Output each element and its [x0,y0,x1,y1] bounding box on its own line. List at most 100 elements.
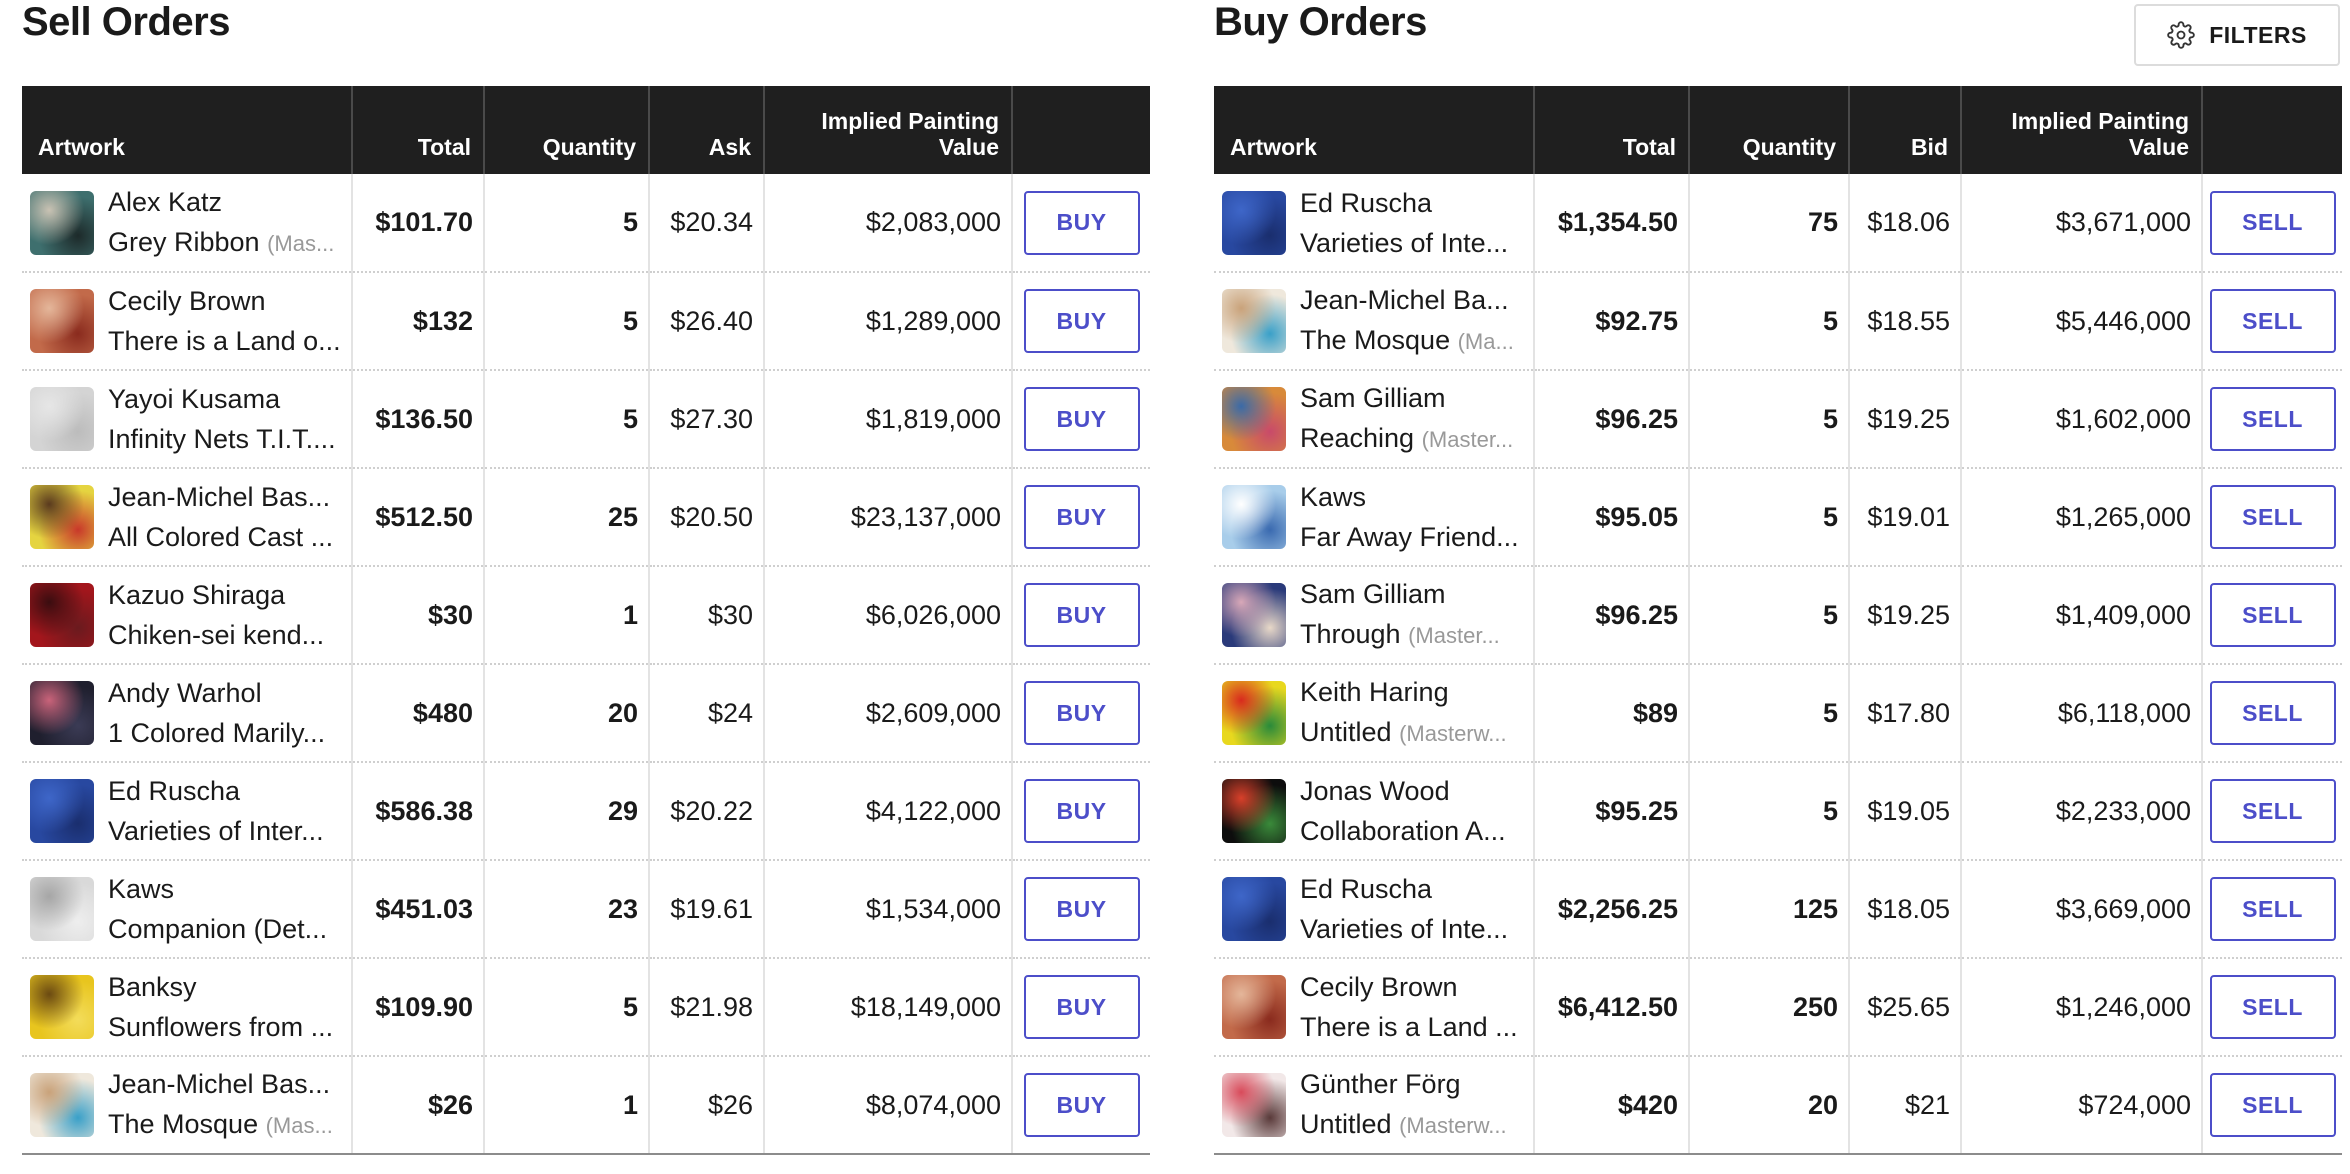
column-header-quantity[interactable]: Quantity [1689,86,1850,174]
artwork-cell[interactable]: Kaws Companion (Det... [22,860,353,959]
artwork-cell[interactable]: Jean-Michel Ba... The Mosque (Ma... [1214,272,1535,371]
sell-button[interactable]: SELL [2209,190,2336,255]
ask-price: $19.61 [649,860,765,959]
artwork-title-line: Collaboration A... [1300,811,1525,851]
artwork-link[interactable]: Cecily Brown There is a Land ... [1222,967,1525,1047]
artwork-link[interactable]: Günther Förg Untitled (Masterw... [1222,1064,1525,1146]
artwork-link[interactable]: Sam Gilliam Through (Master... [1222,574,1525,656]
artwork-link[interactable]: Keith Haring Untitled (Masterw... [1222,672,1525,754]
artwork-link[interactable]: Kaws Far Away Friend... [1222,477,1525,557]
artwork-link[interactable]: Jonas Wood Collaboration A... [1222,771,1525,851]
artwork-cell[interactable]: Jean-Michel Bas... The Mosque (Mas... [22,1056,353,1155]
artwork-cell[interactable]: Kazuo Shiraga Chiken-sei kend... [22,566,353,665]
artwork-title: Varieties of Inter... [108,816,324,846]
buy-button[interactable]: BUY [1023,190,1140,255]
column-header-bid[interactable]: Bid [1849,86,1962,174]
ask-price: $30 [649,566,765,665]
quantity-value: 1 [484,1056,650,1155]
column-header-implied-value[interactable]: Implied Painting Value [764,86,1013,174]
column-header-implied-value[interactable]: Implied Painting Value [1961,86,2203,174]
sell-button[interactable]: SELL [2209,1073,2336,1137]
artwork-cell[interactable]: Alex Katz Grey Ribbon (Mas... [22,174,353,273]
artwork-cell[interactable]: Ed Ruscha Varieties of Inter... [22,762,353,861]
action-cell: SELL [2202,860,2342,959]
sell-button[interactable]: SELL [2209,681,2336,745]
artwork-link[interactable]: Yayoi Kusama Infinity Nets T.I.T.... [30,379,343,459]
quantity-value: 5 [1689,272,1850,371]
artwork-cell[interactable]: Ed Ruscha Varieties of Inte... [1214,174,1535,273]
artwork-cell[interactable]: Sam Gilliam Through (Master... [1214,566,1535,665]
artwork-link[interactable]: Banksy Sunflowers from ... [30,967,343,1047]
column-header-artwork[interactable]: Artwork [1214,86,1535,174]
artwork-cell[interactable]: Andy Warhol 1 Colored Marily... [22,664,353,763]
artwork-cell[interactable]: Cecily Brown There is a Land o... [22,272,353,371]
artwork-cell[interactable]: Yayoi Kusama Infinity Nets T.I.T.... [22,370,353,469]
artwork-cell[interactable]: Keith Haring Untitled (Masterw... [1214,664,1535,763]
artwork-link[interactable]: Ed Ruscha Varieties of Inte... [1222,183,1525,263]
column-header-artwork[interactable]: Artwork [22,86,353,174]
buy-button[interactable]: BUY [1023,289,1140,353]
artwork-thumbnail [1222,387,1286,451]
column-header-total[interactable]: Total [352,86,485,174]
table-row: Andy Warhol 1 Colored Marily... $480 20 $24 $… [22,664,1150,763]
quantity-value: 125 [1689,860,1850,959]
artwork-link[interactable]: Alex Katz Grey Ribbon (Mas... [30,182,343,264]
artwork-thumbnail [30,1073,94,1137]
filters-button[interactable]: FILTERS [2134,4,2340,66]
artwork-link[interactable]: Jean-Michel Ba... The Mosque (Ma... [1222,280,1525,362]
total-value: $95.25 [1534,762,1690,861]
artist-name: Jean-Michel Bas... [108,482,331,512]
buy-button[interactable]: BUY [1023,877,1140,941]
sell-button[interactable]: SELL [2209,583,2336,647]
artwork-title: Companion (Det... [108,914,328,944]
artwork-title: The Mosque [1300,325,1451,355]
artwork-link[interactable]: Ed Ruscha Varieties of Inte... [1222,869,1525,949]
artwork-link[interactable]: Jean-Michel Bas... All Colored Cast ... [30,477,343,557]
buy-button[interactable]: BUY [1023,681,1140,745]
column-header-total[interactable]: Total [1534,86,1690,174]
buy-button[interactable]: BUY [1023,975,1140,1039]
artwork-thumbnail [1222,190,1286,255]
artwork-cell[interactable]: Kaws Far Away Friend... [1214,468,1535,567]
artwork-text: Cecily Brown There is a Land ... [1300,967,1525,1047]
total-value: $512.50 [352,468,485,567]
artwork-link[interactable]: Kaws Companion (Det... [30,869,343,949]
buy-button[interactable]: BUY [1023,485,1140,549]
artwork-edition: (Ma... [1457,329,1514,354]
artwork-title: Through [1300,619,1401,649]
artwork-cell[interactable]: Ed Ruscha Varieties of Inte... [1214,860,1535,959]
sell-button[interactable]: SELL [2209,877,2336,941]
artwork-link[interactable]: Cecily Brown There is a Land o... [30,281,343,361]
buy-button[interactable]: BUY [1023,1073,1140,1137]
artwork-link[interactable]: Ed Ruscha Varieties of Inter... [30,771,343,851]
artwork-cell[interactable]: Banksy Sunflowers from ... [22,958,353,1057]
table-row: Cecily Brown There is a Land ... $6,412.50… [1214,958,2342,1057]
bid-price: $21 [1849,1056,1962,1155]
sell-button[interactable]: SELL [2209,779,2336,843]
buy-orders-table: Artwork Total Quantity Bid Implied Paint… [1214,86,2342,1155]
artwork-cell[interactable]: Günther Förg Untitled (Masterw... [1214,1056,1535,1155]
artwork-link[interactable]: Jean-Michel Bas... The Mosque (Mas... [30,1064,343,1146]
artwork-cell[interactable]: Jonas Wood Collaboration A... [1214,762,1535,861]
artwork-link[interactable]: Kazuo Shiraga Chiken-sei kend... [30,575,343,655]
artist-name: Jean-Michel Bas... [108,1069,331,1099]
sell-button[interactable]: SELL [2209,485,2336,549]
artwork-link[interactable]: Andy Warhol 1 Colored Marily... [30,673,343,753]
artwork-cell[interactable]: Cecily Brown There is a Land ... [1214,958,1535,1057]
buy-button[interactable]: BUY [1023,583,1140,647]
sell-button[interactable]: SELL [2209,975,2336,1039]
artwork-edition: (Master... [1421,427,1514,452]
sell-button[interactable]: SELL [2209,289,2336,353]
sell-button[interactable]: SELL [2209,387,2336,451]
buy-button[interactable]: BUY [1023,779,1140,843]
artwork-link[interactable]: Sam Gilliam Reaching (Master... [1222,378,1525,460]
artwork-cell[interactable]: Sam Gilliam Reaching (Master... [1214,370,1535,469]
artwork-title: Far Away Friend... [1300,522,1519,552]
artwork-title-line: Varieties of Inte... [1300,223,1525,263]
artwork-edition: (Masterw... [1399,1113,1507,1138]
artwork-cell[interactable]: Jean-Michel Bas... All Colored Cast ... [22,468,353,567]
column-header-quantity[interactable]: Quantity [484,86,650,174]
column-header-ask[interactable]: Ask [649,86,765,174]
buy-button[interactable]: BUY [1023,387,1140,451]
quantity-value: 5 [1689,468,1850,567]
